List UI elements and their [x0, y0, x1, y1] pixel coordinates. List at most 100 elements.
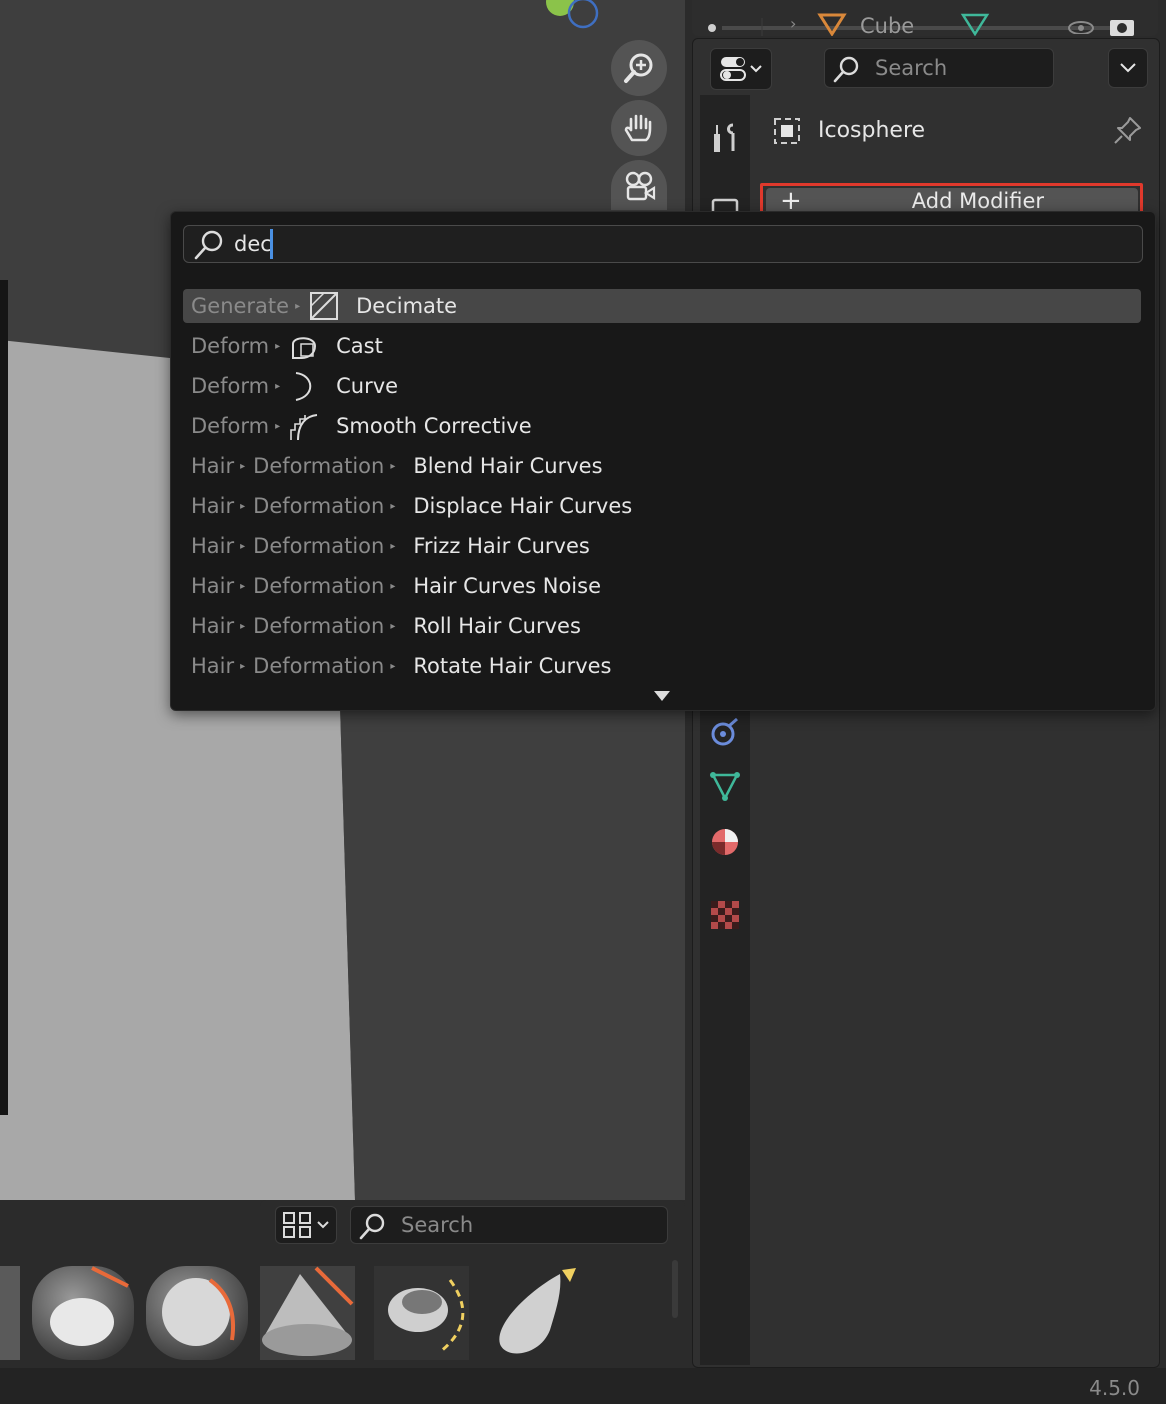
- brush-thumbnail-drop: [499, 1268, 576, 1354]
- breadcrumb-arrow-icon: ▸: [275, 380, 281, 392]
- mesh-object-icon: [817, 13, 847, 36]
- tab-data[interactable]: [705, 766, 745, 806]
- search-result-item[interactable]: Generate ▸ Decimate: [183, 289, 1141, 323]
- breadcrumb-arrow-icon: ▸: [390, 580, 396, 592]
- breadcrumb-arrow-icon: ▸: [390, 500, 396, 512]
- hand-icon: [624, 114, 652, 142]
- text-cursor: [269, 229, 273, 259]
- properties-search-input[interactable]: Search: [824, 48, 1054, 88]
- tab-tool[interactable]: [705, 118, 745, 158]
- result-name: Blend Hair Curves: [413, 454, 603, 478]
- object-icon: [774, 118, 800, 144]
- popup-search-query: dec: [234, 232, 272, 256]
- breadcrumb-arrow-icon: ▸: [295, 300, 301, 312]
- result-category: Hair: [191, 614, 235, 638]
- breadcrumb-arrow-icon: ▸: [275, 420, 281, 432]
- breadcrumb-arrow-icon: ▸: [390, 660, 396, 672]
- result-category: Deformation: [253, 454, 385, 478]
- search-icon: [194, 230, 223, 260]
- camera-view-button[interactable]: [611, 160, 667, 210]
- breadcrumb-arrow-icon: ▸: [240, 660, 246, 672]
- cast-icon: [288, 330, 320, 362]
- tab-material[interactable]: [705, 822, 745, 862]
- search-result-item[interactable]: Deform ▸ Cast: [183, 329, 1141, 363]
- breadcrumb-arrow-icon: ▸: [390, 540, 396, 552]
- outliner-object-name[interactable]: Cube: [860, 14, 914, 38]
- pin-icon[interactable]: [1112, 114, 1144, 146]
- breadcrumb-arrow-icon: ▸: [275, 340, 281, 352]
- search-result-item[interactable]: Deform ▸ Smooth Corrective: [183, 409, 1141, 443]
- result-name: Decimate: [356, 294, 458, 318]
- tool-icon: [714, 123, 735, 152]
- texture-icon: [711, 901, 739, 929]
- result-category: Hair: [191, 654, 235, 678]
- result-name: Frizz Hair Curves: [413, 534, 590, 558]
- search-result-item[interactable]: Hair ▸ Deformation ▸ Hair Curves Noise: [183, 569, 1141, 603]
- search-result-item[interactable]: Hair ▸ Deformation ▸ Blend Hair Curves: [183, 449, 1141, 483]
- expand-arrow-icon[interactable]: ›: [790, 14, 796, 33]
- asset-shelf-header: Search: [260, 1200, 685, 1248]
- search-result-item[interactable]: Hair ▸ Deformation ▸ Frizz Hair Curves: [183, 529, 1141, 563]
- breadcrumb-arrow-icon: ▸: [390, 620, 396, 632]
- result-category: Deform: [191, 414, 270, 438]
- search-result-item[interactable]: Hair ▸ Deformation ▸ Rotate Hair Curves: [183, 649, 1141, 683]
- search-result-item[interactable]: Hair ▸ Deformation ▸ Displace Hair Curves: [183, 489, 1141, 523]
- asset-catalog-dropdown[interactable]: [275, 1206, 337, 1244]
- popup-search-input[interactable]: dec: [183, 225, 1143, 263]
- result-category: Hair: [191, 534, 235, 558]
- tab-texture[interactable]: [705, 895, 745, 935]
- pan-button[interactable]: [611, 100, 667, 156]
- search-icon: [359, 1213, 385, 1240]
- search-icon: [833, 56, 859, 83]
- result-category: Deformation: [253, 614, 385, 638]
- breadcrumb-arrow-icon: ▸: [240, 620, 246, 632]
- breadcrumb-arrow-icon: ▸: [240, 460, 246, 472]
- outliner-row[interactable]: › Cube: [692, 0, 1158, 38]
- version-label: 4.5.0: [1089, 1376, 1140, 1400]
- navigation-gizmo[interactable]: [540, 0, 610, 30]
- viewport-left-edge: [0, 280, 8, 1115]
- result-name: Roll Hair Curves: [413, 614, 581, 638]
- result-category: Deformation: [253, 654, 385, 678]
- editor-type-dropdown[interactable]: [710, 48, 772, 90]
- result-category: Deform: [191, 374, 270, 398]
- search-result-item[interactable]: Hair ▸ Deformation ▸ Roll Hair Curves: [183, 609, 1141, 643]
- options-dropdown[interactable]: [1108, 48, 1148, 88]
- brush-thumbnail-blob: [32, 1266, 134, 1360]
- grid-view-icon: [283, 1212, 329, 1238]
- search-result-item[interactable]: Deform ▸ Curve: [183, 369, 1141, 403]
- result-category: Hair: [191, 574, 235, 598]
- brush-thumbnail-smooth: [146, 1266, 248, 1360]
- result-name: Curve: [336, 374, 399, 398]
- zoom-button[interactable]: [611, 40, 667, 96]
- asset-shelf-search-placeholder: Search: [401, 1213, 474, 1237]
- breadcrumb-arrow-icon: ▸: [240, 500, 246, 512]
- eye-icon[interactable]: [1067, 16, 1095, 34]
- brush-thumbnails: [0, 1260, 678, 1360]
- curve-icon: [288, 370, 320, 402]
- tab-render[interactable]: [705, 188, 745, 212]
- result-name: Cast: [336, 334, 383, 358]
- status-bar: 4.5.0: [0, 1368, 1166, 1404]
- tab-physics[interactable]: [705, 712, 745, 752]
- shelf-scrollbar: [672, 1260, 678, 1318]
- render-camera-icon[interactable]: [1108, 14, 1136, 36]
- brush-thumbnail-partial: [0, 1266, 20, 1360]
- properties-editor-icon: [720, 57, 762, 81]
- result-category: Deformation: [253, 574, 385, 598]
- result-name: Smooth Corrective: [336, 414, 532, 438]
- mesh-data-icon: [960, 13, 990, 36]
- result-category: Generate: [191, 294, 290, 318]
- mesh-data-icon: [710, 772, 740, 801]
- asset-shelf-search-input[interactable]: Search: [350, 1206, 668, 1244]
- brush-thumbnail-cone: [260, 1266, 355, 1360]
- render-icon: [711, 198, 739, 212]
- result-category: Hair: [191, 454, 235, 478]
- object-name: Icosphere: [818, 118, 926, 143]
- properties-search-placeholder: Search: [875, 56, 948, 80]
- result-category: Deformation: [253, 534, 385, 558]
- scroll-down-arrow-icon[interactable]: [653, 690, 671, 702]
- smooth-corrective-icon: [288, 410, 320, 442]
- physics-icon: [711, 717, 738, 746]
- result-name: Rotate Hair Curves: [413, 654, 612, 678]
